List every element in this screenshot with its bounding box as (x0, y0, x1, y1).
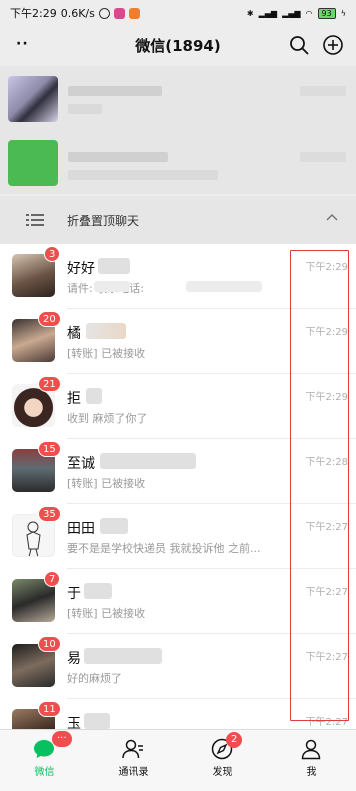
chat-name: 易 (67, 651, 81, 667)
tab-label: 通讯录 (118, 767, 149, 778)
me-icon (301, 739, 321, 760)
blurred-name (86, 323, 126, 339)
chat-last-message: [转账] 已被接收 (67, 347, 146, 360)
more-dots-icon[interactable]: ·· (16, 36, 29, 52)
blurred-time (300, 152, 346, 162)
blurred-message (186, 281, 262, 292)
blurred-name (84, 713, 110, 729)
wifi-icon: ◠ (305, 8, 313, 18)
blurred-message (94, 281, 130, 292)
avatar (8, 76, 58, 122)
search-icon[interactable] (288, 34, 310, 56)
tab-me[interactable]: 我 (267, 730, 356, 791)
chat-time: 下午2:27 (305, 652, 348, 663)
chat-last-message: [转账] 已被接收 (67, 607, 146, 620)
chat-item[interactable]: 21 拒 收到 麻烦了你了 下午2:29 (0, 374, 356, 439)
page-title: 微信(1894) (135, 36, 221, 55)
blurred-name (84, 648, 162, 664)
chat-item[interactable]: 10 易 好的麻烦了 下午2:27 (0, 634, 356, 699)
tab-chats[interactable]: ··· 微信 (0, 730, 89, 791)
avatar (8, 140, 58, 186)
chat-time: 下午2:27 (305, 717, 348, 728)
chat-last-message: [转账] 已被接收 (67, 477, 146, 490)
bluetooth-icon: ✱ (246, 8, 254, 18)
contacts-icon (122, 739, 143, 759)
blurred-name (100, 453, 196, 469)
blurred-name (68, 86, 162, 96)
chat-time: 下午2:29 (305, 262, 348, 273)
chat-item[interactable]: 11 玉 下午2:27 (0, 699, 356, 729)
chat-item[interactable]: 20 橘 [转账] 已被接收 下午2:29 (0, 309, 356, 374)
blurred-time (300, 86, 346, 96)
charging-icon: ϟ (340, 8, 346, 18)
chat-list: 3 好好 请件: 联系电话: 下午2:29 20 橘 [转账] 已被接收 下午2… (0, 244, 356, 729)
tab-contacts[interactable]: 通讯录 (89, 730, 178, 791)
status-bar: 下午2:29 0.6K/s ✱ ▂▄▆ ▂▄▆ ◠ 93 ϟ (0, 0, 356, 26)
unread-badge: 21 (38, 376, 61, 392)
chat-name: 拒 (67, 391, 81, 407)
chat-last-message: 要不是是学校快递员 我就投诉他 之前... (67, 542, 261, 555)
unread-badge: 35 (38, 506, 61, 522)
unread-badge: 11 (38, 701, 61, 717)
blurred-name (86, 388, 102, 404)
app-notification-icon (128, 7, 140, 19)
tab-label: 我 (306, 767, 317, 778)
status-speed: 0.6K/s (60, 6, 95, 20)
chat-name: 至诚 (67, 456, 95, 472)
chat-item[interactable]: 15 至诚 [转账] 已被接收 下午2:28 (0, 439, 356, 504)
unread-badge: 20 (38, 311, 61, 327)
unread-badge: 10 (38, 636, 61, 652)
chat-time: 下午2:28 (305, 457, 348, 468)
chat-time: 下午2:27 (305, 522, 348, 533)
blurred-message (68, 170, 218, 180)
chat-name: 橘 (67, 326, 81, 342)
chat-time: 下午2:27 (305, 587, 348, 598)
chat-name: 田田 (67, 521, 95, 537)
blurred-name (100, 518, 128, 534)
chat-time: 下午2:29 (305, 392, 348, 403)
tab-bar: ··· 微信 通讯录 2 发现 我 (0, 729, 356, 791)
blurred-message (68, 104, 102, 114)
chat-item[interactable]: 7 于 [转账] 已被接收 下午2:27 (0, 569, 356, 634)
tab-label: 微信 (34, 767, 55, 778)
signal-icon: ▂▄▆ (258, 8, 278, 18)
pinned-chat-item[interactable] (0, 130, 356, 194)
add-icon[interactable] (322, 34, 344, 56)
fold-pinned-chats[interactable]: 折叠置顶聊天 (0, 196, 356, 244)
status-time: 下午2:29 (10, 7, 57, 20)
battery-icon: 93 (317, 7, 336, 19)
tab-badge: 2 (226, 732, 243, 748)
fold-label: 折叠置顶聊天 (67, 214, 140, 228)
chat-item[interactable]: 3 好好 请件: 联系电话: 下午2:29 (0, 244, 356, 309)
blurred-name (68, 152, 168, 162)
blurred-name (84, 583, 112, 599)
tab-badge: ··· (52, 731, 72, 747)
unread-badge: 3 (44, 246, 61, 262)
tab-discover[interactable]: 2 发现 (178, 730, 267, 791)
app-notification-icon (113, 7, 125, 19)
title-bar: ·· 微信(1894) (0, 26, 356, 64)
signal-icon: ▂▄▆ (282, 8, 301, 18)
tab-label: 发现 (212, 767, 233, 778)
list-icon (26, 214, 44, 226)
chat-last-message: 好的麻烦了 (67, 672, 122, 685)
unread-badge: 15 (38, 441, 61, 457)
alarm-icon (98, 7, 110, 19)
chat-name: 于 (67, 586, 81, 602)
chevron-up-icon[interactable] (326, 212, 338, 222)
blurred-name (98, 258, 130, 274)
chat-name: 好好 (67, 261, 95, 277)
pinned-chat-item[interactable] (0, 66, 356, 130)
chat-name: 玉 (67, 716, 81, 729)
chat-last-message: 收到 麻烦了你了 (67, 412, 148, 425)
chat-item[interactable]: 35 田田 要不是是学校快递员 我就投诉他 之前... 下午2:27 (0, 504, 356, 569)
chat-time: 下午2:29 (305, 327, 348, 338)
unread-badge: 7 (44, 571, 61, 587)
